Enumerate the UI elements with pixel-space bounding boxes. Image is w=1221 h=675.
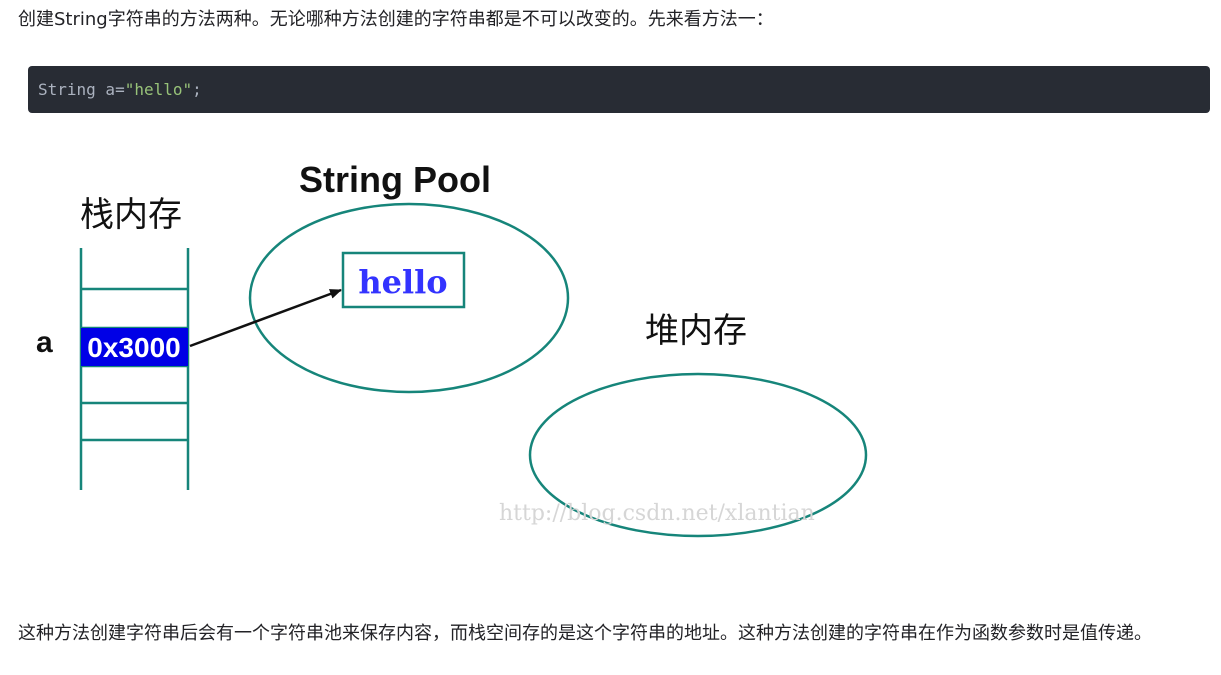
code-block: String a= "hello"; [28, 66, 1210, 113]
explanation-paragraph: 这种方法创建字符串后会有一个字符串池来保存内容，而栈空间存的是这个字符串的地址。… [18, 623, 1152, 644]
variable-name: a [36, 326, 53, 359]
heap-memory-label: 堆内存 [645, 311, 747, 351]
code-prefix: String a= [38, 80, 125, 99]
stack-frame [79, 248, 190, 490]
string-pool-label: String Pool [299, 159, 491, 200]
watermark-text: http://blog.csdn.net/xlantian [499, 501, 815, 526]
code-suffix: ; [192, 80, 202, 99]
pool-value-text: hello [358, 263, 447, 301]
intro-paragraph: 创建String字符串的方法两种。无论哪种方法创建的字符串都是不可以改变的。先来… [18, 9, 774, 30]
code-string-literal: "hello" [124, 80, 193, 99]
stack-memory-label: 栈内存 [80, 195, 182, 235]
address-value: 0x3000 [87, 332, 180, 363]
memory-diagram: 栈内存 0x3000 a String Pool hello 堆内存 http:… [0, 130, 1221, 580]
